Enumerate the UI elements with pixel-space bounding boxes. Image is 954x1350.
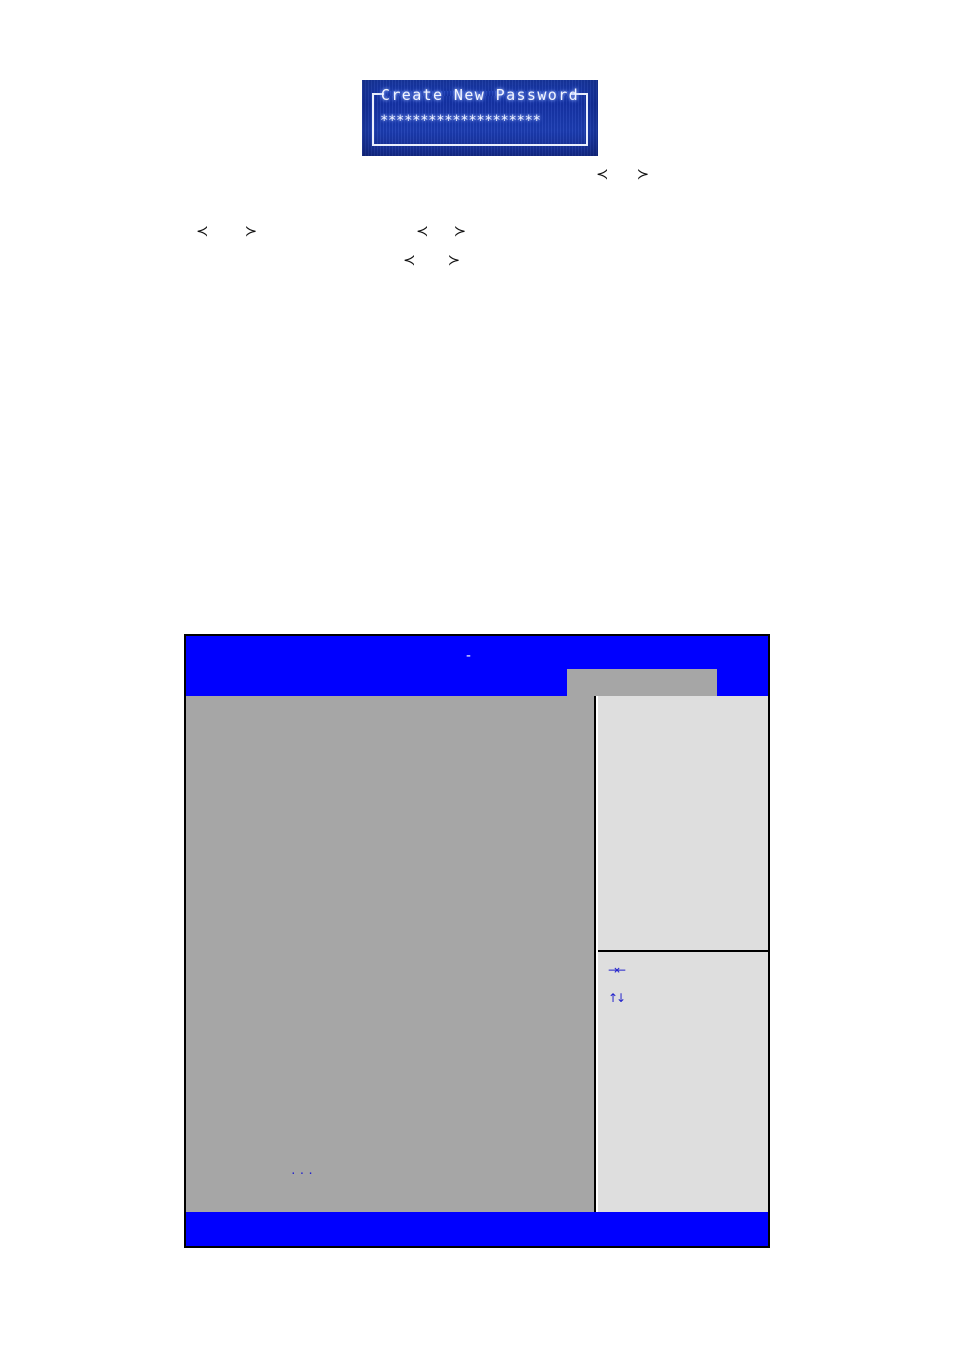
angle-bracket-right-icon: ≻ bbox=[447, 251, 461, 269]
bios-side-pane: →← ↑↓ bbox=[598, 696, 768, 1212]
bios-menu-item-truncated[interactable]: ... bbox=[290, 1163, 316, 1177]
bios-body: ... →← ↑↓ bbox=[186, 696, 768, 1212]
angle-bracket-left-icon: ≺ bbox=[403, 251, 416, 269]
bios-screen-title: - bbox=[186, 648, 768, 664]
up-down-arrow-icon: ↑↓ bbox=[608, 991, 626, 1005]
dialog-title: Create New Password bbox=[380, 86, 580, 104]
bios-settings-pane: ... bbox=[186, 696, 596, 1212]
angle-bracket-right-icon: ≻ bbox=[244, 222, 258, 240]
angle-bracket-left-icon: ≺ bbox=[196, 222, 209, 240]
key-reference-1: ≺ ≻ bbox=[596, 167, 649, 182]
ellipsis-icon: ... bbox=[290, 1164, 316, 1177]
bios-legend-row: →← bbox=[608, 964, 758, 976]
left-right-arrow-icon: →← bbox=[608, 963, 626, 977]
password-input[interactable]: ******************** bbox=[380, 113, 580, 129]
bios-legend-row bbox=[608, 1020, 758, 1032]
bios-active-tab[interactable] bbox=[567, 669, 717, 696]
create-new-password-dialog[interactable]: Create New Password ******************** bbox=[362, 80, 598, 156]
key-reference-2: ≺ ≻ bbox=[196, 224, 257, 239]
key-reference-3: ≺ ≻ bbox=[416, 224, 466, 239]
bios-legend-row: ↑↓ bbox=[608, 992, 758, 1004]
angle-bracket-left-icon: ≺ bbox=[596, 165, 609, 183]
bios-setup-screen: - ... →← ↑↓ bbox=[184, 634, 770, 1248]
bios-screen-title-text: - bbox=[464, 648, 474, 664]
bios-help-panel bbox=[598, 696, 768, 952]
key-reference-4: ≺ ≻ bbox=[403, 253, 460, 268]
bios-legend-row bbox=[608, 1104, 758, 1116]
bios-footer-bar bbox=[186, 1212, 768, 1246]
bios-legend-row bbox=[608, 1076, 758, 1088]
angle-bracket-right-icon: ≻ bbox=[636, 165, 650, 183]
bios-legend-row bbox=[608, 1132, 758, 1144]
angle-bracket-right-icon: ≻ bbox=[453, 222, 467, 240]
bios-key-legend-panel: →← ↑↓ bbox=[598, 954, 768, 1212]
bios-header-bar: - bbox=[186, 636, 768, 696]
angle-bracket-left-icon: ≺ bbox=[416, 222, 429, 240]
bios-legend-row bbox=[608, 1048, 758, 1060]
